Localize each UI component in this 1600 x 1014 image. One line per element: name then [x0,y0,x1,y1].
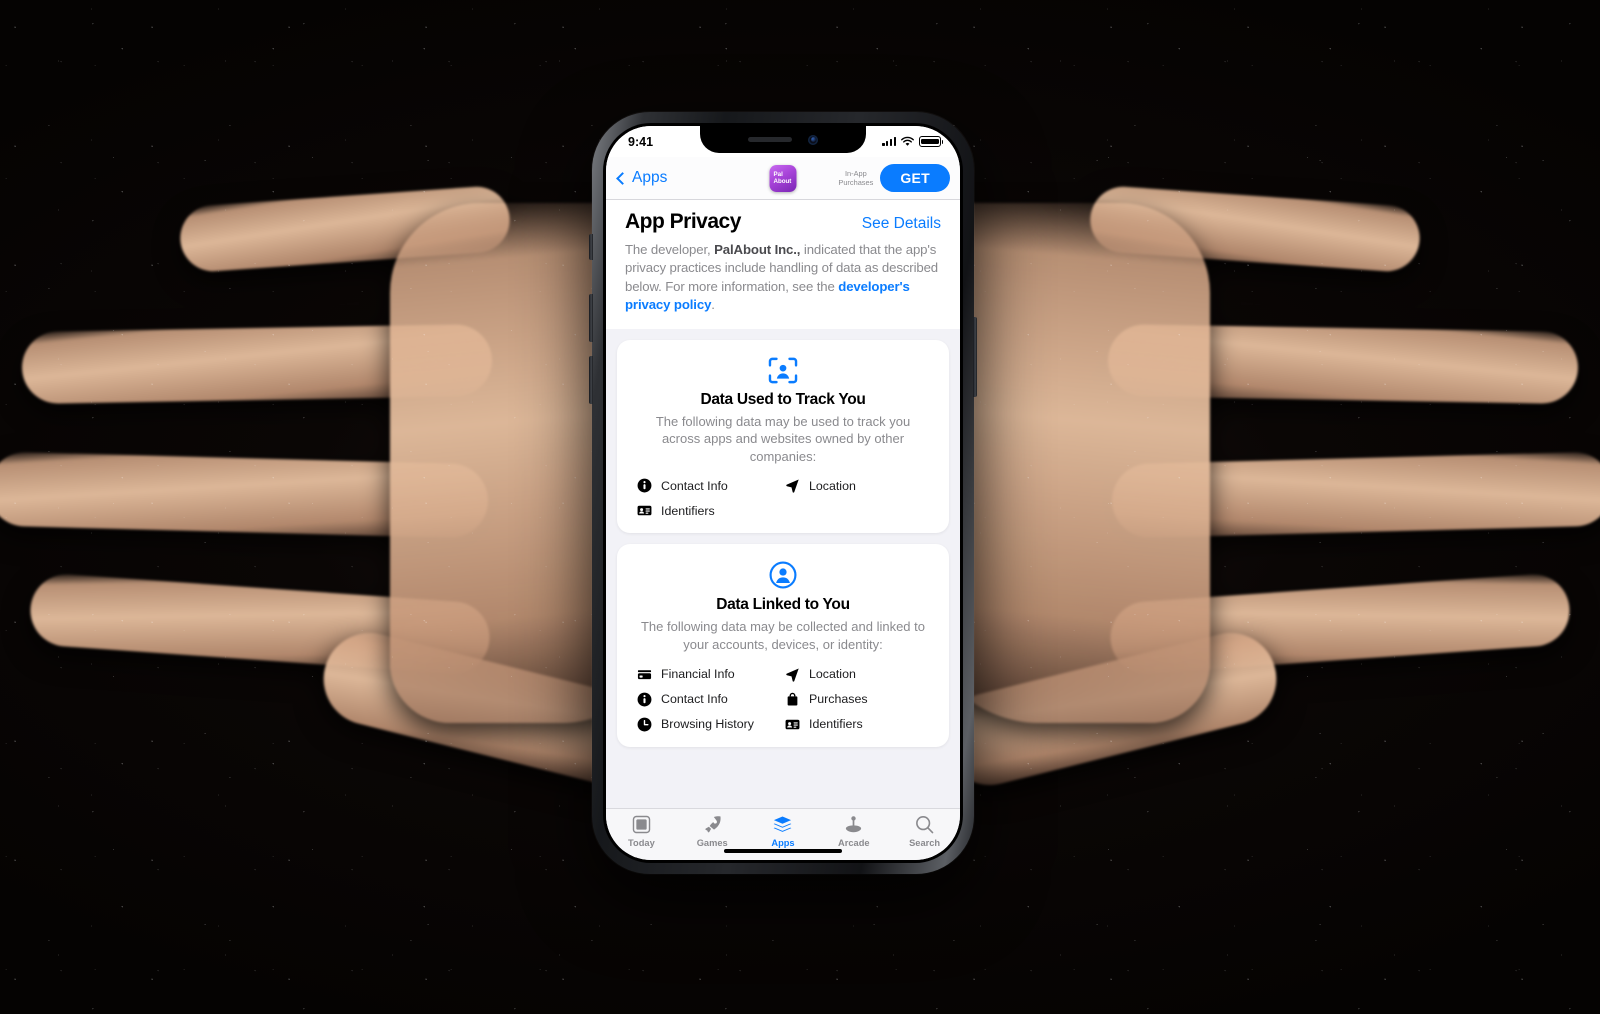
data-category-item: Location [785,667,929,682]
silent-switch[interactable] [589,234,593,260]
data-category-label: Contact Info [661,478,728,493]
tab-label: Games [696,838,728,848]
home-indicator[interactable] [724,848,842,853]
privacy-intro-text: The developer, PalAbout Inc., indicated … [625,241,941,315]
status-time: 9:41 [628,134,654,149]
page-title: App Privacy [625,210,741,233]
tab-search[interactable]: Search [889,814,960,848]
developer-name: PalAbout Inc., [714,242,801,257]
get-button[interactable]: GET [880,164,950,192]
intro-suffix: . [711,297,715,313]
back-button[interactable]: Apps [616,169,668,187]
tab-label: Apps [771,838,795,848]
tab-label: Search [909,838,941,848]
data-category-item: Purchases [785,692,929,707]
data-category-label: Financial Info [661,667,735,682]
chevron-left-icon [616,171,629,185]
wifi-icon [901,136,914,146]
person-circle-icon [631,561,935,589]
back-button-label: Apps [632,169,668,186]
data-category-item: Location [785,478,929,494]
credit-card-icon [637,669,652,679]
volume-up-button[interactable] [589,294,593,342]
app-icon[interactable]: Pal About [769,164,797,192]
info-circle-icon [637,692,652,707]
today-card-icon [632,815,651,834]
info-circle-icon [637,478,652,493]
in-app-purchases-label: In-App Purchases [838,169,874,187]
app-privacy-content: App Privacy See Details The developer, P… [606,200,960,808]
tab-label: Arcade [838,838,870,848]
data-category-item: Browsing History [637,717,781,732]
card-title: Data Linked to You [716,596,850,614]
device-notch [700,126,866,153]
phone-screen: 9:41 Apps Pal About In-App Purchases GET… [606,126,960,860]
side-power-button[interactable] [973,317,977,397]
tab-games[interactable]: Games [677,814,748,848]
location-arrow-icon [786,668,799,682]
data-category-label: Identifiers [661,503,715,518]
data-category-item: Contact Info [637,692,781,707]
device-bezel: 9:41 Apps Pal About In-App Purchases GET… [603,123,963,863]
data-category-label: Location [809,667,856,682]
privacy-header-block: App Privacy See Details The developer, P… [606,200,960,329]
card-description: The following data may be used to track … [655,413,911,464]
card-description: The following data may be collected and … [640,619,925,652]
data-category-item: Contact Info [637,478,781,493]
tab-today[interactable]: Today [606,814,677,848]
search-icon [916,816,934,834]
status-indicators [882,136,941,147]
rocket-icon [705,816,721,833]
identification-card-icon [785,719,800,729]
location-arrow-icon [786,479,799,494]
layers-icon [774,816,792,832]
app-icon-line2: About [773,178,792,185]
signal-bars-icon [882,137,896,146]
identification-card-icon [637,506,652,516]
earpiece-speaker-icon [748,137,792,142]
data-category-item: Identifiers [637,503,781,518]
navigation-bar: Apps Pal About In-App Purchases GET [606,157,960,200]
nav-actions: In-App Purchases GET [838,164,950,192]
data-category-item: Financial Info [637,667,781,682]
data-category-item: Identifiers [785,717,929,732]
data-category-label: Location [809,478,856,493]
tab-label: Today [628,838,655,848]
iphone-device-frame: 9:41 Apps Pal About In-App Purchases GET… [589,112,977,874]
data-category-grid: Financial Info Location Contact Info Pur… [631,667,935,732]
see-details-link[interactable]: See Details [862,215,941,233]
data-category-label: Contact Info [661,692,728,707]
battery-icon [919,136,941,147]
data-category-label: Identifiers [809,717,863,732]
data-category-label: Purchases [809,692,868,707]
data-category-label: Browsing History [661,717,754,732]
front-camera-icon [808,134,818,145]
data-category-grid: Contact Info Location Identifiers [631,478,935,518]
arcade-joystick-icon [846,816,862,833]
volume-down-button[interactable] [589,356,593,404]
privacy-header-row: App Privacy See Details [625,210,941,234]
data-used-to-track-card: Data Used to Track You The following dat… [617,339,949,534]
card-title: Data Used to Track You [700,390,866,408]
tab-apps[interactable]: Apps [748,814,819,848]
shopping-bag-icon [787,692,798,706]
intro-prefix: The developer, [625,242,715,257]
clock-icon [637,717,652,732]
tab-arcade[interactable]: Arcade [818,814,889,848]
app-icon-line1: Pal [773,170,783,178]
data-linked-to-you-card: Data Linked to You The following data ma… [617,544,949,747]
track-person-viewfinder-icon [631,357,935,384]
